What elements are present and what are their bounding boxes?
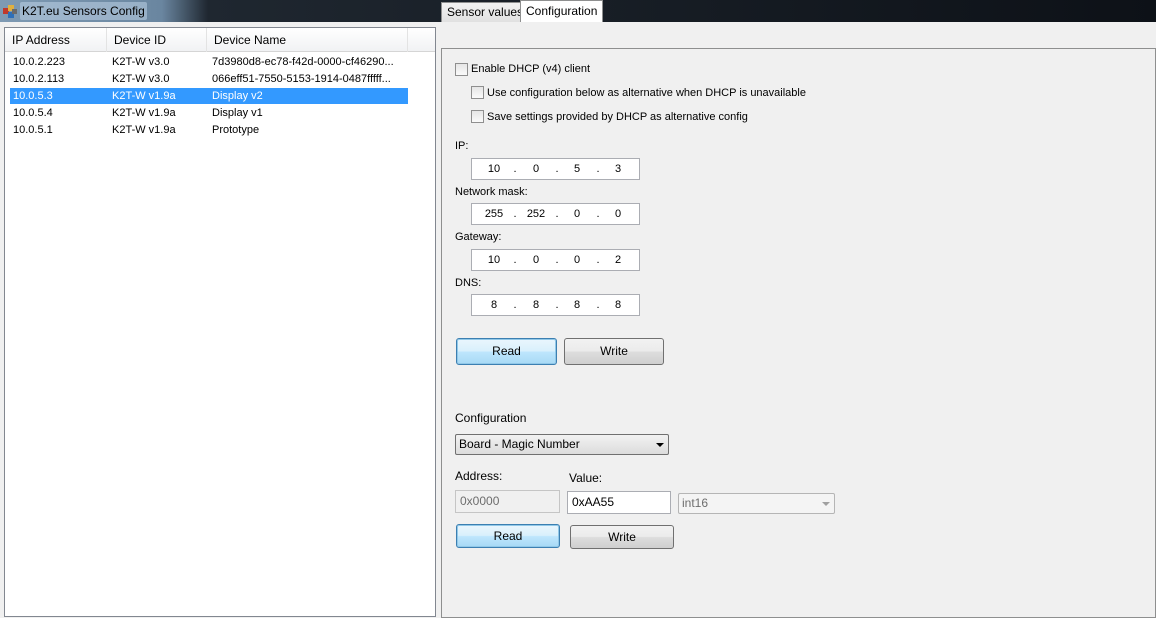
window-title: K2T.eu Sensors Config	[20, 2, 147, 20]
value-input[interactable]: 0xAA55	[567, 491, 671, 514]
configuration-section-label: Configuration	[455, 411, 527, 425]
table-row[interactable]: 10.0.2.223 K2T-W v3.0 7d3980d8-ec78-f42d…	[10, 54, 408, 70]
mask-octet: 255	[484, 208, 504, 220]
network-read-button[interactable]: Read	[456, 338, 557, 365]
use-alternative-label: Use configuration below as alternative w…	[487, 87, 806, 99]
cell-device-id: K2T-W v1.9a	[112, 124, 176, 136]
ip-separator: .	[513, 163, 517, 175]
gateway-octet: 10	[487, 254, 501, 266]
chevron-down-icon	[656, 443, 664, 447]
cell-device-id: K2T-W v3.0	[112, 56, 170, 68]
cell-device-name: Display v2	[212, 90, 263, 102]
gateway-field[interactable]: 10 . 0 . 0 . 2	[471, 249, 640, 271]
config-read-button[interactable]: Read	[456, 524, 560, 548]
gateway-octet: 0	[573, 254, 581, 266]
value-type-select[interactable]: int16	[678, 493, 835, 514]
network-mask-label: Network mask:	[455, 186, 528, 198]
ip-separator: .	[596, 208, 600, 220]
cell-device-id: K2T-W v1.9a	[112, 90, 176, 102]
table-row[interactable]: 10.0.2.113 K2T-W v3.0 066eff51-7550-5153…	[10, 71, 408, 87]
cell-device-name: Prototype	[212, 124, 260, 136]
column-header-ip[interactable]: IP Address	[5, 28, 107, 52]
ip-label: IP:	[455, 140, 469, 152]
ip-octet: 10	[487, 163, 501, 175]
column-header-device-id[interactable]: Device ID	[107, 28, 207, 52]
ip-separator: .	[596, 299, 600, 311]
configuration-panel: Enable DHCP (v4) client Use configuratio…	[441, 48, 1156, 618]
cell-device-id: K2T-W v1.9a	[112, 107, 176, 119]
table-row-selected[interactable]: 10.0.5.3 K2T-W v1.9a Display v2	[10, 88, 408, 104]
column-header-device-name[interactable]: Device Name	[207, 28, 408, 52]
address-label: Address:	[455, 469, 503, 483]
address-input[interactable]: 0x0000	[455, 490, 560, 513]
dns-field[interactable]: 8 . 8 . 8 . 8	[471, 294, 640, 316]
gateway-label: Gateway:	[455, 231, 502, 243]
config-write-button[interactable]: Write	[570, 525, 674, 549]
config-parameter-selected: Board - Magic Number	[459, 437, 580, 451]
tab-sensor-values[interactable]: Sensor values	[441, 2, 530, 22]
cell-device-name: 066eff51-7550-5153-1914-0487fffff...	[212, 73, 391, 85]
cell-ip: 10.0.2.113	[13, 73, 65, 85]
ip-separator: .	[596, 254, 600, 266]
value-type-selected: int16	[682, 496, 709, 510]
save-dhcp-checkbox[interactable]	[471, 110, 484, 123]
mask-octet: 0	[573, 208, 581, 220]
ip-separator: .	[555, 254, 559, 266]
table-row[interactable]: 10.0.5.1 K2T-W v1.9a Prototype	[10, 122, 408, 138]
app-icon	[3, 5, 17, 18]
network-mask-field[interactable]: 255 . 252 . 0 . 0	[471, 203, 640, 225]
save-dhcp-label: Save settings provided by DHCP as altern…	[487, 111, 748, 123]
cell-device-name: 7d3980d8-ec78-f42d-0000-cf46290...	[212, 56, 394, 68]
ip-separator: .	[555, 299, 559, 311]
ip-address-field[interactable]: 10 . 0 . 5 . 3	[471, 158, 640, 180]
use-alternative-checkbox[interactable]	[471, 86, 484, 99]
ip-separator: .	[555, 163, 559, 175]
cell-ip: 10.0.5.3	[13, 90, 53, 102]
ip-separator: .	[513, 299, 517, 311]
device-list-header: IP Address Device ID Device Name	[5, 28, 435, 52]
cell-ip: 10.0.5.1	[13, 124, 53, 136]
dhcp-enable-checkbox[interactable]	[455, 63, 468, 76]
ip-octet: 0	[532, 163, 540, 175]
chevron-down-icon	[822, 502, 830, 506]
gateway-octet: 0	[532, 254, 540, 266]
cell-ip: 10.0.2.223	[13, 56, 65, 68]
dns-label: DNS:	[455, 277, 482, 289]
ip-octet: 3	[614, 163, 622, 175]
ip-octet: 5	[573, 163, 581, 175]
dns-octet: 8	[532, 299, 540, 311]
cell-ip: 10.0.5.4	[13, 107, 53, 119]
mask-octet: 252	[526, 208, 546, 220]
table-row[interactable]: 10.0.5.4 K2T-W v1.9a Display v1	[10, 105, 408, 121]
dhcp-enable-label: Enable DHCP (v4) client	[471, 63, 591, 75]
config-parameter-select[interactable]: Board - Magic Number	[455, 434, 669, 455]
network-write-button[interactable]: Write	[564, 338, 664, 365]
dns-octet: 8	[614, 299, 622, 311]
dns-octet: 8	[573, 299, 581, 311]
dns-octet: 8	[490, 299, 498, 311]
value-label: Value:	[569, 471, 603, 485]
tab-configuration[interactable]: Configuration	[520, 0, 604, 22]
cell-device-name: Display v1	[212, 107, 263, 119]
ip-separator: .	[513, 208, 517, 220]
cell-device-id: K2T-W v3.0	[112, 73, 170, 85]
device-list[interactable]: IP Address Device ID Device Name 10.0.2.…	[4, 27, 436, 617]
gateway-octet: 2	[614, 254, 622, 266]
ip-separator: .	[555, 208, 559, 220]
mask-octet: 0	[614, 208, 622, 220]
ip-separator: .	[513, 254, 517, 266]
ip-separator: .	[596, 163, 600, 175]
